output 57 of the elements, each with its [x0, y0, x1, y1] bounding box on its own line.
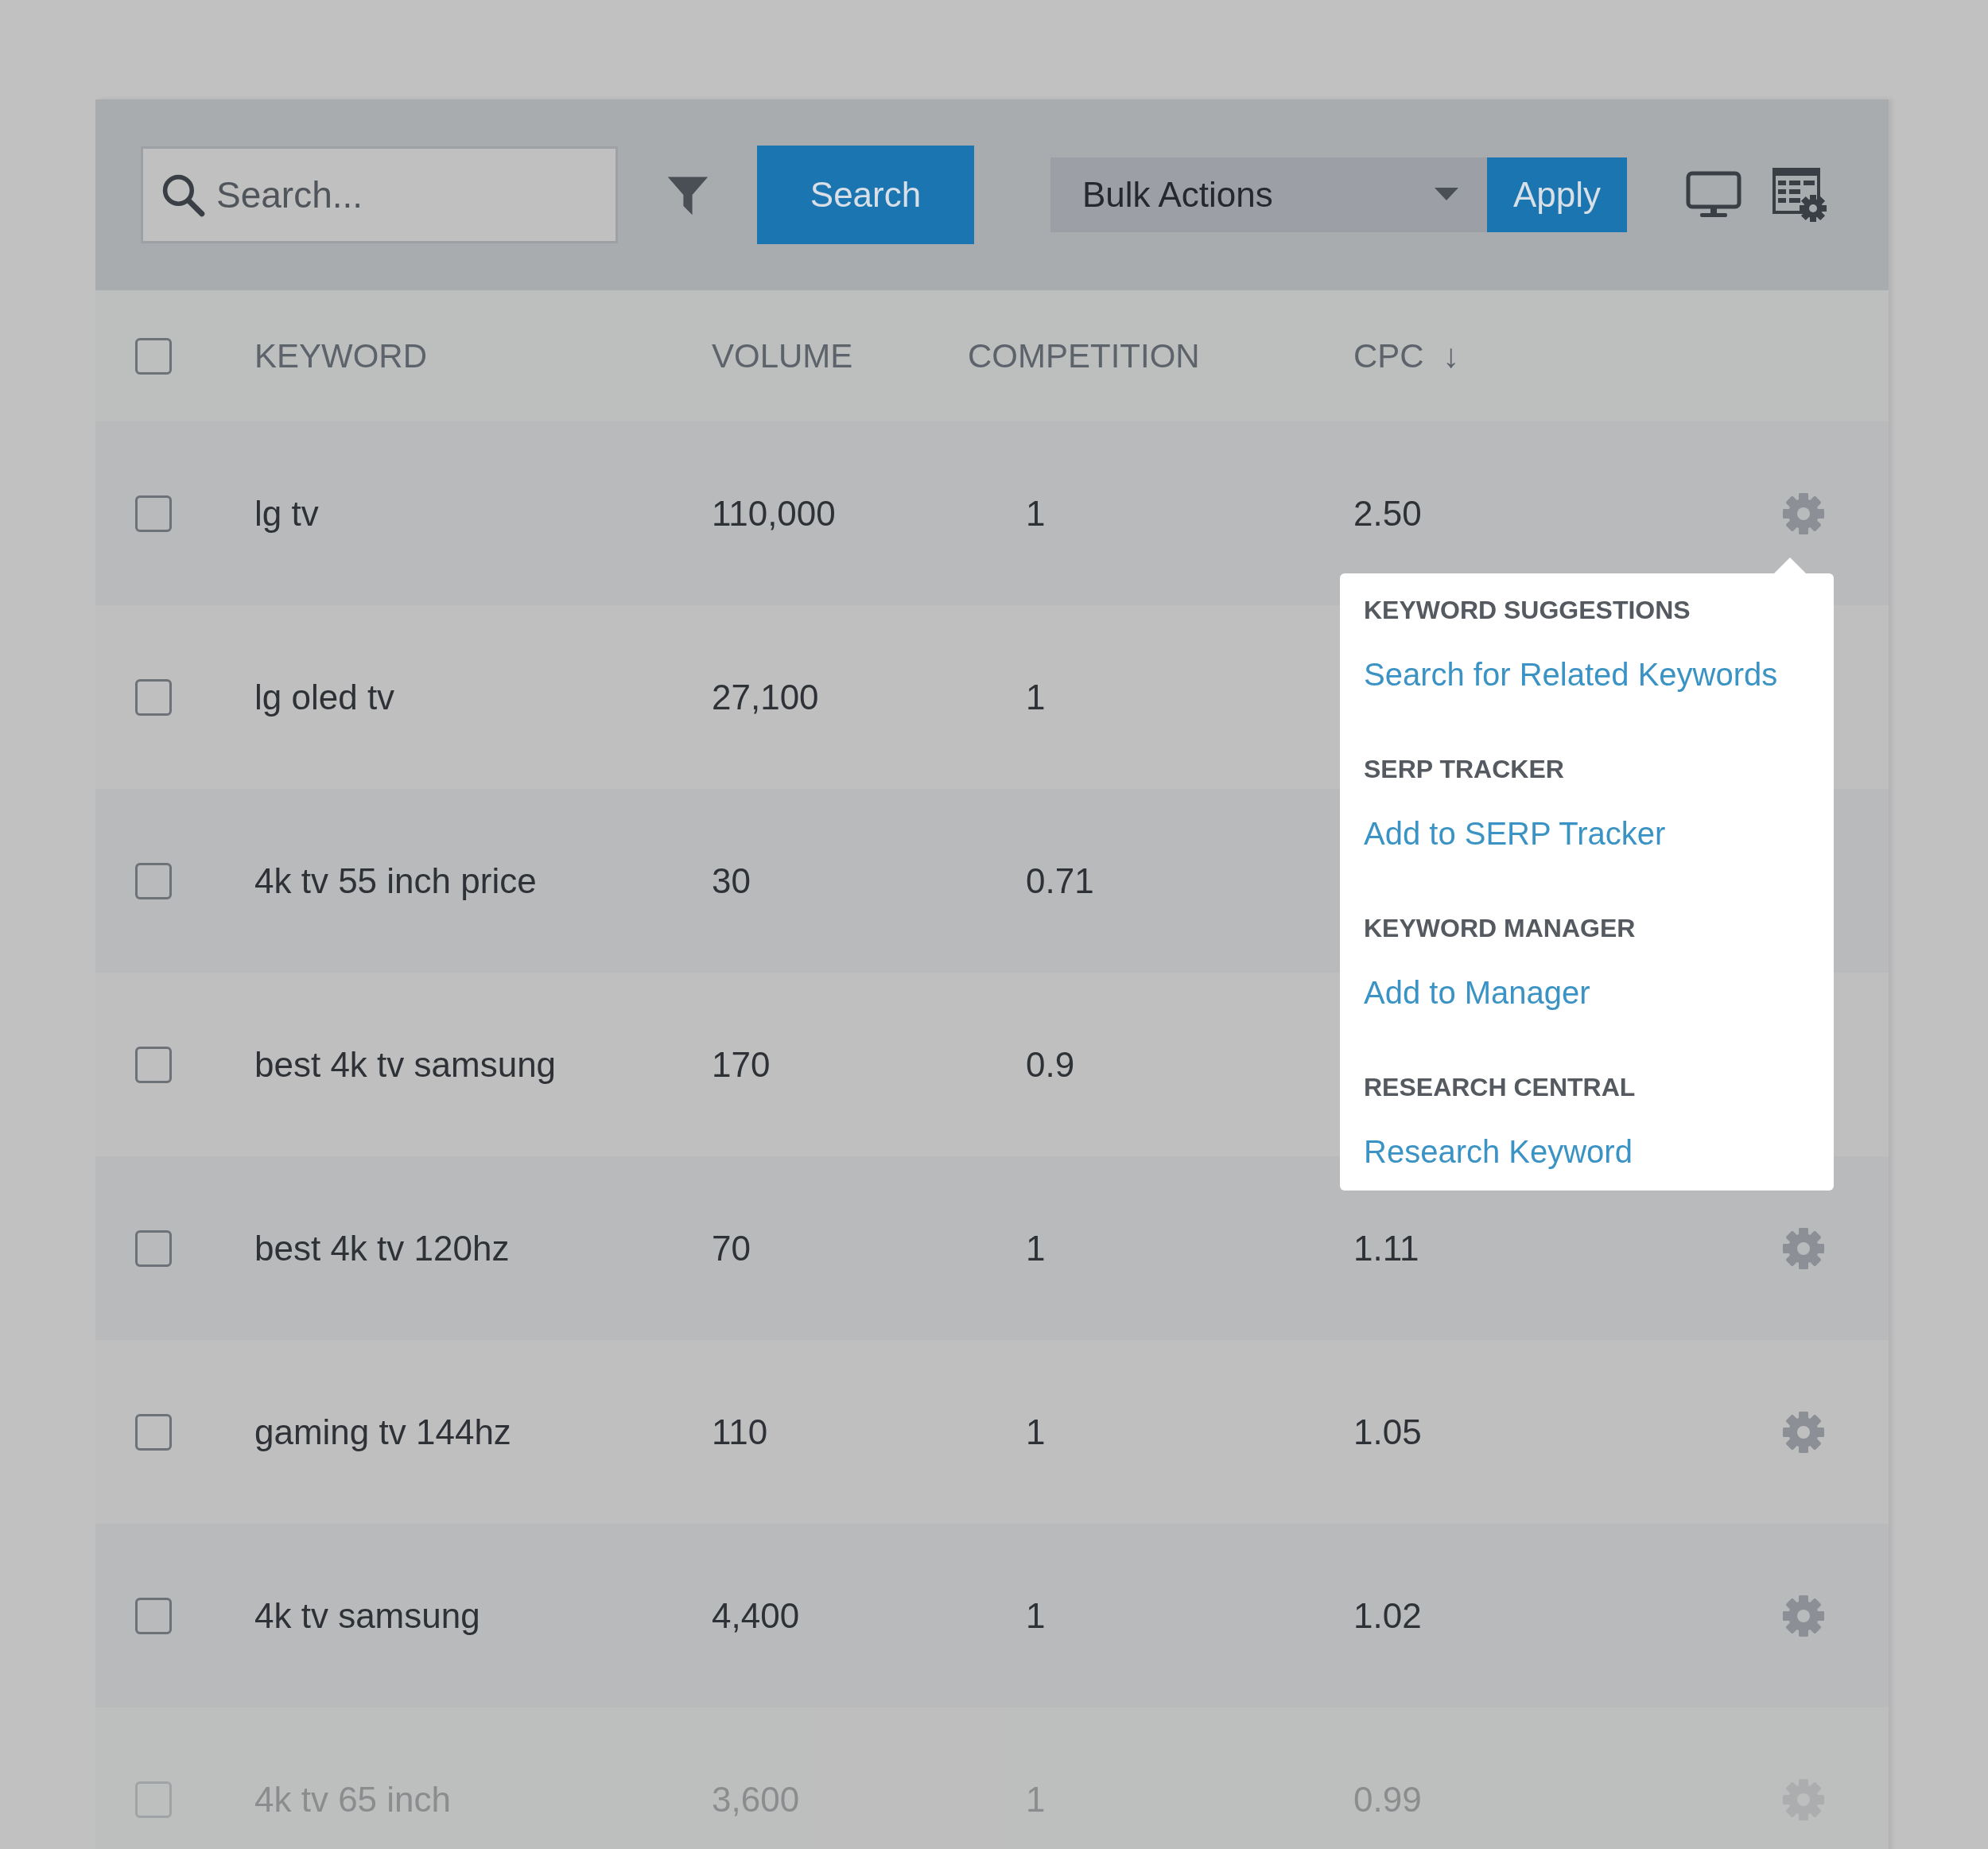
settings-icon[interactable]	[1781, 1226, 1826, 1271]
row-checkbox[interactable]	[135, 495, 172, 532]
row-checkbox[interactable]	[135, 1597, 172, 1634]
volume-cell-text: 170	[712, 1044, 771, 1085]
column-header[interactable]: VOLUME	[712, 336, 968, 375]
row-checkbox[interactable]	[135, 1413, 172, 1451]
volume-cell-text: 70	[712, 1228, 751, 1268]
search-field[interactable]: Search...	[141, 146, 618, 243]
menu-link[interactable]: Add to Manager	[1364, 975, 1810, 1011]
keyword-cell-text: lg oled tv	[254, 677, 396, 717]
monitor-icon[interactable]	[1686, 171, 1741, 219]
menu-link[interactable]: Search for Related Keywords	[1364, 657, 1810, 693]
caret-icon	[1435, 188, 1458, 202]
competition-cell-text: 1	[1025, 677, 1046, 717]
competition-cell-text: 0.71	[1025, 860, 1095, 901]
keyword-cell-text: best 4k tv samsung	[254, 1044, 557, 1085]
menu-heading: KEYWORD SUGGESTIONS	[1364, 596, 1691, 625]
cpc-cell: 1.11	[1353, 1228, 1419, 1268]
column-header[interactable]: CPC ↓	[1353, 336, 1781, 375]
menu-link[interactable]: Add to SERP Tracker	[1364, 816, 1810, 852]
competition-cell-text: 0.9	[1025, 1044, 1076, 1085]
row-checkbox[interactable]	[135, 862, 172, 899]
competition-cell-text: 1	[1025, 1595, 1046, 1636]
column-header[interactable]: KEYWORD	[254, 336, 712, 375]
settings-icon[interactable]	[1781, 491, 1826, 536]
row-checkbox[interactable]	[135, 1229, 172, 1267]
competition-cell-text: 1	[1025, 1228, 1046, 1268]
table-settings-icon[interactable]	[1772, 167, 1827, 223]
settings-icon[interactable]	[1781, 1593, 1826, 1638]
row-checkbox[interactable]	[135, 1046, 172, 1083]
keyword-cell-text: lg tv	[254, 493, 320, 534]
keyword-cell-text: best 4k tv 120hz	[254, 1228, 511, 1268]
cpc-cell: 2.50	[1353, 493, 1422, 533]
competition-cell-text: 1	[1025, 1412, 1046, 1452]
column-header[interactable]: COMPETITION	[968, 336, 1353, 375]
menu-heading: KEYWORD MANAGER	[1364, 914, 1637, 943]
competition-cell-text: 1	[1025, 493, 1046, 534]
cpc-cell: 1.05	[1353, 1412, 1422, 1451]
volume-cell-text: 110,000	[712, 493, 837, 534]
keyword-cell-text: gaming tv 144hz	[254, 1412, 512, 1452]
keyword-cell-text: 4k tv 55 inch price	[254, 860, 538, 901]
row-checkbox[interactable]	[135, 678, 172, 716]
volume-cell-text: 110	[712, 1412, 769, 1452]
search-button[interactable]: Search	[757, 146, 974, 244]
keyword-cell-text: 4k tv samsung	[254, 1595, 481, 1636]
volume-cell-text: 27,100	[712, 677, 820, 717]
bulk-actions-dropdown[interactable]: Bulk Actions	[1050, 157, 1487, 232]
menu-heading: SERP TRACKER	[1364, 755, 1565, 784]
search-icon	[161, 173, 205, 217]
menu-link[interactable]: Research Keyword	[1364, 1134, 1810, 1170]
menu-heading: RESEARCH CENTRAL	[1364, 1073, 1637, 1102]
volume-cell-text: 30	[712, 860, 751, 901]
apply-button[interactable]: Apply	[1487, 157, 1627, 232]
select-all-checkbox[interactable]	[135, 337, 172, 375]
volume-cell-text: 4,400	[712, 1595, 801, 1636]
cpc-cell: 1.02	[1353, 1595, 1422, 1635]
settings-icon[interactable]	[1781, 1409, 1826, 1455]
